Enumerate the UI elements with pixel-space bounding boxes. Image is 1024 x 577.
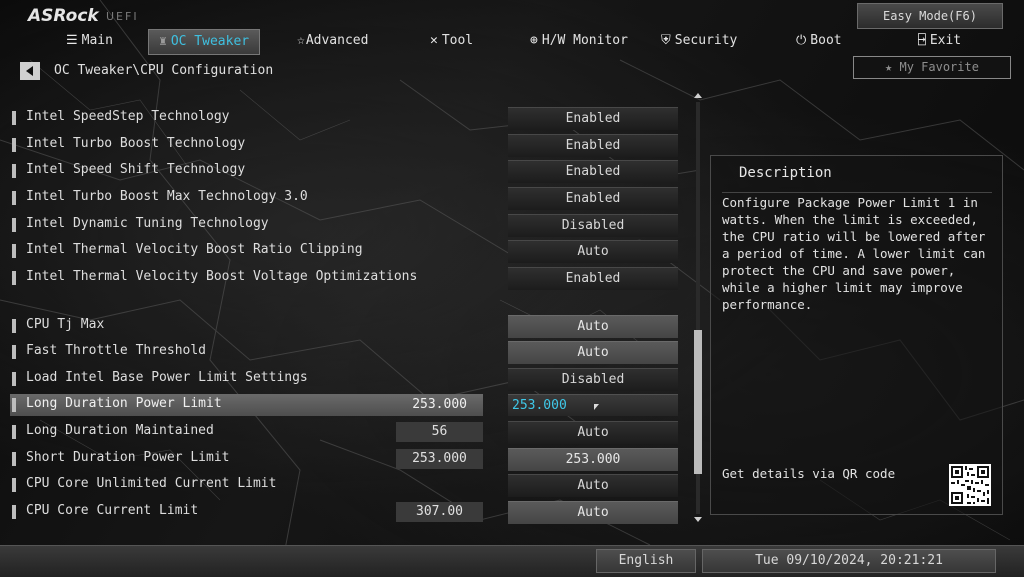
easy-mode-button[interactable]: Easy Mode(F6) <box>857 3 1003 29</box>
setting-value[interactable]: Enabled <box>508 107 678 130</box>
uefi-label: UEFI <box>106 10 139 23</box>
row-marker <box>12 111 16 125</box>
setting-row[interactable]: Fast Throttle Threshold Auto <box>0 341 700 364</box>
datetime-display: Tue 09/10/2024, 20:21:21 <box>702 549 996 573</box>
tab-exit[interactable]: ⍈ Exit <box>918 29 961 53</box>
setting-label: CPU Core Unlimited Current Limit <box>26 476 277 491</box>
setting-value[interactable]: Auto <box>508 240 678 263</box>
row-marker <box>12 452 16 466</box>
setting-value[interactable]: Enabled <box>508 160 678 183</box>
setting-value[interactable]: Auto <box>508 421 678 444</box>
tab-hw-monitor[interactable]: ⊕ H/W Monitor <box>530 29 628 53</box>
setting-value[interactable]: Auto <box>508 341 678 364</box>
back-button[interactable] <box>20 62 40 80</box>
star-icon: ★ <box>885 60 893 74</box>
setting-label: Intel Thermal Velocity Boost Voltage Opt… <box>26 269 418 284</box>
qr-code-icon <box>949 464 991 506</box>
qr-label: Get details via QR code <box>722 466 896 481</box>
setting-value[interactable]: Enabled <box>508 134 678 157</box>
setting-label: Long Duration Power Limit <box>26 396 222 411</box>
row-marker <box>12 505 16 519</box>
row-marker <box>12 244 16 258</box>
star-icon: ☆ <box>297 33 305 48</box>
row-marker <box>12 218 16 232</box>
setting-label: Fast Throttle Threshold <box>26 343 207 358</box>
setting-row[interactable]: Intel Thermal Velocity Boost Ratio Clipp… <box>0 240 700 263</box>
scroll-down-arrow-icon[interactable] <box>694 516 702 524</box>
setting-value[interactable]: Enabled <box>508 267 678 290</box>
row-marker <box>12 345 16 359</box>
setting-row[interactable]: Intel Turbo Boost Technology Enabled <box>0 134 700 157</box>
setting-label: Intel Speed Shift Technology <box>26 162 246 177</box>
setting-value[interactable]: Auto <box>508 315 678 338</box>
setting-label: Intel Turbo Boost Max Technology 3.0 <box>26 189 308 204</box>
setting-row[interactable]: CPU Core Current Limit 307.00 Auto <box>0 501 700 524</box>
asrock-logo: ASRock <box>28 6 99 26</box>
power-icon: ⏻ <box>796 33 807 48</box>
exit-icon: ⍈ <box>918 33 926 48</box>
row-marker <box>12 478 16 492</box>
current-value: 253.000 <box>396 449 483 469</box>
setting-value[interactable]: Enabled <box>508 187 678 210</box>
setting-value[interactable]: 253.000 <box>508 448 678 471</box>
globe-icon: ⊕ <box>530 33 538 48</box>
setting-row[interactable]: Intel Turbo Boost Max Technology 3.0 Ena… <box>0 187 700 210</box>
main-nav: ☰ Main ♜ OC Tweaker ☆Advanced ✕ Tool ⊕ H/W M… <box>0 29 1024 55</box>
setting-row[interactable]: Intel Dynamic Tuning Technology Disabled <box>0 214 700 237</box>
setting-row[interactable]: Intel SpeedStep Technology Enabled <box>0 107 700 130</box>
setting-label: Short Duration Power Limit <box>26 450 230 465</box>
current-value: 307.00 <box>396 502 483 522</box>
row-marker <box>12 191 16 205</box>
language-selector[interactable]: English <box>596 549 696 573</box>
tab-boot[interactable]: ⏻ Boot <box>796 29 842 53</box>
setting-label: Intel SpeedStep Technology <box>26 109 230 124</box>
tools-icon: ✕ <box>430 33 438 48</box>
row-marker <box>12 164 16 178</box>
setting-row[interactable]: CPU Tj Max Auto <box>0 315 700 338</box>
setting-row[interactable]: Intel Thermal Velocity Boost Voltage Opt… <box>0 267 700 290</box>
setting-label: Intel Turbo Boost Technology <box>26 136 246 151</box>
setting-value[interactable]: Disabled <box>508 214 678 237</box>
current-value: 253.000 <box>412 397 467 412</box>
row-marker <box>12 138 16 152</box>
breadcrumb: OC Tweaker\CPU Configuration <box>54 63 274 78</box>
tab-security[interactable]: ⛨ Security <box>661 29 737 53</box>
scroll-up-arrow-icon[interactable] <box>694 91 702 99</box>
scrollbar-thumb[interactable] <box>694 330 702 474</box>
setting-row[interactable]: Long Duration Maintained 56 Auto <box>0 421 700 444</box>
setting-row[interactable]: Load Intel Base Power Limit Settings Dis… <box>0 368 700 391</box>
divider <box>722 192 992 193</box>
list-icon: ☰ <box>66 33 78 48</box>
setting-row-selected[interactable]: Long Duration Power Limit 253.000 253.00… <box>0 394 700 416</box>
shield-icon: ⛨ <box>661 33 671 48</box>
setting-label: Intel Thermal Velocity Boost Ratio Clipp… <box>26 242 363 257</box>
row-marker <box>12 319 16 333</box>
setting-row[interactable]: Intel Speed Shift Technology Enabled <box>0 160 700 183</box>
setting-value[interactable]: Auto <box>508 474 678 497</box>
setting-label: CPU Core Current Limit <box>26 503 199 518</box>
setting-label: Load Intel Base Power Limit Settings <box>26 370 308 385</box>
setting-label: Long Duration Maintained <box>26 423 214 438</box>
row-marker <box>12 271 16 285</box>
tab-main[interactable]: ☰ Main <box>66 29 113 53</box>
row-marker <box>12 425 16 439</box>
row-marker <box>12 372 16 386</box>
setting-label: CPU Tj Max <box>26 317 105 332</box>
setting-label: Intel Dynamic Tuning Technology <box>26 216 269 231</box>
setting-value[interactable]: Auto <box>508 501 678 524</box>
rocket-icon: ♜ <box>159 34 167 49</box>
setting-row[interactable]: CPU Core Unlimited Current Limit Auto <box>0 474 700 497</box>
setting-value[interactable]: Disabled <box>508 368 678 391</box>
description-text: Configure Package Power Limit 1 in watts… <box>722 195 986 312</box>
tab-tool[interactable]: ✕ Tool <box>430 29 473 53</box>
description-title: Description <box>739 165 832 181</box>
tab-oc-tweaker[interactable]: ♜ OC Tweaker <box>148 29 261 55</box>
tab-advanced[interactable]: ☆Advanced <box>297 29 368 53</box>
my-favorite-button[interactable]: ★ My Favorite <box>853 56 1011 79</box>
value-input[interactable]: 253.000 <box>508 394 678 416</box>
current-value: 56 <box>396 422 483 442</box>
setting-row[interactable]: Short Duration Power Limit 253.000 253.0… <box>0 448 700 471</box>
row-marker <box>12 398 16 412</box>
mouse-cursor-icon <box>594 404 599 410</box>
